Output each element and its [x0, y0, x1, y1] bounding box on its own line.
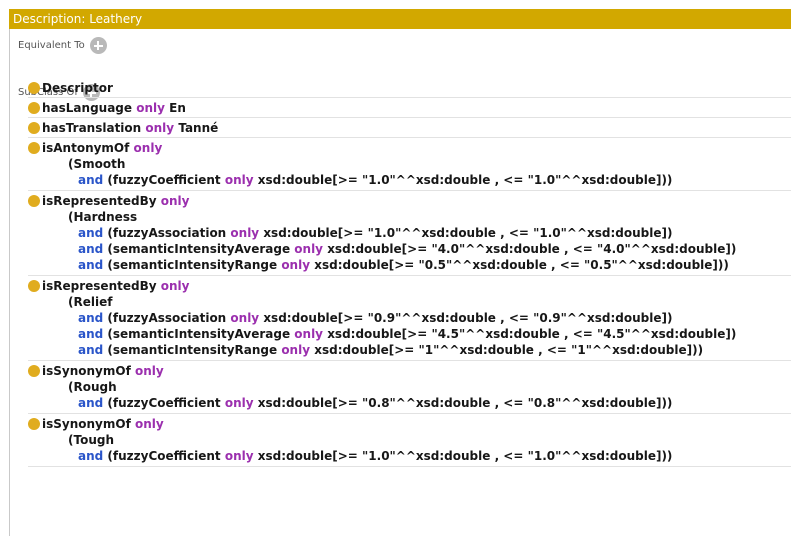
datatype-range: xsd:double[>= "1.0"^^xsd:double , <= "1.… — [253, 449, 673, 463]
property-name: hasLanguage — [42, 101, 133, 115]
restriction-property: (semanticIntensityAverage — [103, 242, 295, 256]
restriction-property: (semanticIntensityRange — [103, 343, 282, 357]
axiom-row[interactable]: hasLanguage only En — [28, 98, 791, 118]
datatype-range: xsd:double[>= "0.5"^^xsd:double , <= "0.… — [310, 258, 729, 272]
restriction-property: (fuzzyCoefficient — [103, 173, 225, 187]
keyword-only: only — [294, 327, 324, 341]
keyword-and: and — [78, 173, 104, 187]
class-bullet-icon — [28, 102, 40, 114]
axiom-row[interactable]: isRepresentedBy only (Hardness and (fuzzyA… — [28, 191, 791, 276]
keyword-only: only — [224, 396, 254, 410]
datatype-range: xsd:double[>= "4.5"^^xsd:double , <= "4.… — [323, 327, 737, 341]
keyword-only: only — [230, 226, 260, 240]
keyword-and: and — [78, 311, 104, 325]
filler-class: (Hardness — [68, 210, 138, 224]
property-name: isSynonymOf — [42, 417, 131, 431]
class-bullet-icon — [28, 142, 40, 154]
restriction-property: (fuzzyAssociation — [103, 226, 231, 240]
class-bullet-icon — [28, 195, 40, 207]
axiom-row[interactable]: Descriptor — [28, 78, 791, 98]
axiom-list: Descriptor hasLanguage only En hasTransl… — [28, 78, 791, 467]
keyword-and: and — [78, 258, 104, 272]
datatype-range: xsd:double[>= "0.8"^^xsd:double , <= "0.… — [253, 396, 673, 410]
keyword-only: only — [224, 173, 254, 187]
property-name: isAntonymOf — [42, 141, 130, 155]
restriction-property: (fuzzyCoefficient — [103, 396, 225, 410]
panel-title: Description: Leathery — [9, 9, 791, 29]
keyword-only: only — [224, 449, 254, 463]
keyword-only: only — [294, 242, 324, 256]
filler-class: (Relief — [68, 295, 113, 309]
filler-class: (Smooth — [68, 157, 126, 171]
property-name: isSynonymOf — [42, 364, 131, 378]
axiom-row[interactable]: isSynonymOf only (Tough and (fuzzyCoeffici… — [28, 414, 791, 467]
restriction-property: (semanticIntensityAverage — [103, 327, 295, 341]
keyword-only: only — [281, 343, 311, 357]
equivalent-to-label: Equivalent To — [18, 40, 85, 51]
keyword-only: only — [135, 364, 164, 378]
class-bullet-icon — [28, 280, 40, 292]
keyword-only: only — [281, 258, 311, 272]
datatype-range: xsd:double[>= "1.0"^^xsd:double , <= "1.… — [259, 226, 673, 240]
datatype-range: xsd:double[>= "4.0"^^xsd:double , <= "4.… — [323, 242, 737, 256]
keyword-and: and — [78, 343, 104, 357]
axiom-row[interactable]: isSynonymOf only (Rough and (fuzzyCoeffici… — [28, 361, 791, 414]
keyword-only: only — [160, 279, 190, 293]
keyword-only: only — [133, 141, 163, 155]
axiom-row[interactable]: hasTranslation only Tanné — [28, 118, 791, 138]
datatype-range: xsd:double[>= "1"^^xsd:double , <= "1"^^… — [310, 343, 704, 357]
filler-class: (Rough — [68, 380, 117, 394]
class-bullet-icon — [28, 82, 40, 94]
keyword-only: only — [160, 194, 190, 208]
class-bullet-icon — [28, 418, 40, 430]
property-name: hasTranslation — [42, 121, 142, 135]
keyword-only: only — [145, 121, 175, 135]
restriction-property: (semanticIntensityRange — [103, 258, 282, 272]
property-name: isRepresentedBy — [42, 194, 157, 208]
class-bullet-icon — [28, 122, 40, 134]
keyword-only: only — [135, 417, 164, 431]
datatype-range: xsd:double[>= "0.9"^^xsd:double , <= "0.… — [259, 311, 673, 325]
filler-class: En — [169, 101, 186, 115]
axiom-row[interactable]: isAntonymOf only (Smooth and (fuzzyCoeffic… — [28, 138, 791, 191]
keyword-and: and — [78, 396, 104, 410]
keyword-and: and — [78, 242, 104, 256]
axiom-row[interactable]: isRepresentedBy only (Relief and (fuzzyAss… — [28, 276, 791, 361]
datatype-range: xsd:double[>= "1.0"^^xsd:double , <= "1.… — [253, 173, 673, 187]
keyword-and: and — [78, 226, 104, 240]
class-bullet-icon — [28, 365, 40, 377]
filler-class: Tanné — [178, 121, 219, 135]
add-equivalent-icon[interactable] — [89, 37, 107, 54]
keyword-and: and — [78, 327, 104, 341]
property-name: isRepresentedBy — [42, 279, 157, 293]
filler-class: (Tough — [68, 433, 114, 447]
restriction-property: (fuzzyAssociation — [103, 311, 231, 325]
equivalent-to-header: Equivalent To — [18, 37, 107, 54]
keyword-only: only — [230, 311, 260, 325]
axiom-text: Descriptor — [42, 81, 113, 95]
keyword-only: only — [136, 101, 165, 115]
keyword-and: and — [78, 449, 104, 463]
restriction-property: (fuzzyCoefficient — [103, 449, 225, 463]
